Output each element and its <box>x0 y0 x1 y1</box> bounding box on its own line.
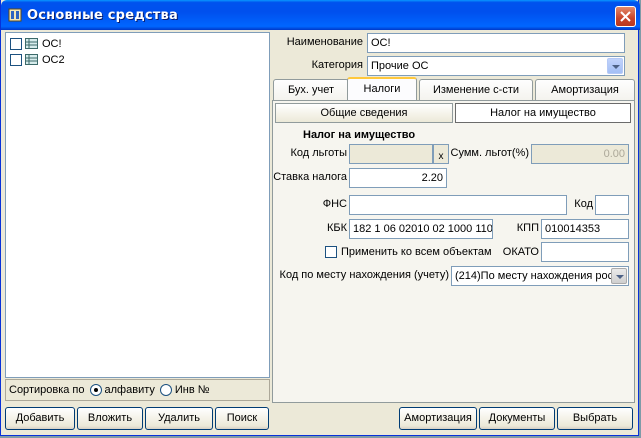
name-input[interactable]: ОС! <box>367 33 625 53</box>
benefit-sum-label: Сумм. льгот(%) <box>450 147 530 159</box>
location-code-value: (214)По месту нахождения рос <box>455 270 614 282</box>
category-value: Прочие ОС <box>371 60 429 72</box>
benefit-lookup-button[interactable]: x <box>433 144 449 164</box>
details-pane: Наименование ОС! Категория Прочие ОС Бух… <box>271 31 637 403</box>
tax-rate-input[interactable]: 2.20 <box>349 168 447 188</box>
tab-cost-change[interactable]: Изменение с-сти <box>419 79 533 100</box>
close-icon <box>620 11 631 22</box>
name-label: Наименование <box>286 36 363 48</box>
tree-item-checkbox[interactable] <box>10 37 22 50</box>
benefit-code-input[interactable] <box>349 144 433 164</box>
subtab-general[interactable]: Общие сведения <box>275 103 453 123</box>
tree-item-checkbox[interactable] <box>10 53 22 66</box>
sort-inv-label: Инв № <box>174 384 210 396</box>
tab-taxes[interactable]: Налоги <box>347 77 417 100</box>
folder-grid-icon <box>25 54 38 65</box>
apply-all-checkbox[interactable] <box>325 246 337 258</box>
window-title: Основные средства <box>27 8 178 23</box>
add-button[interactable]: Добавить <box>5 407 75 430</box>
sort-options: Сортировка по алфавиту Инв № <box>5 379 270 401</box>
fns-input[interactable] <box>349 195 567 215</box>
kbk-input[interactable]: 182 1 06 02010 02 1000 110 <box>349 219 493 239</box>
okato-label: ОКАТО <box>502 246 539 258</box>
category-select[interactable]: Прочие ОС <box>367 56 625 76</box>
assets-tree[interactable]: ОС! ОС2 <box>5 32 270 378</box>
tab-depreciation[interactable]: Амортизация <box>535 79 635 100</box>
insert-button[interactable]: Вложить <box>77 407 143 430</box>
kbk-label: КБК <box>326 222 347 234</box>
main-window: Основные средства ОС! ОС2 Сортировка по … <box>0 0 640 436</box>
location-code-select[interactable]: (214)По месту нахождения рос <box>451 266 629 286</box>
title-bar[interactable]: Основные средства <box>1 0 640 30</box>
choose-button[interactable]: Выбрать <box>557 407 633 430</box>
kpp-input[interactable]: 010014353 <box>541 219 629 239</box>
folder-grid-icon <box>25 38 38 49</box>
delete-button[interactable]: Удалить <box>145 407 213 430</box>
sort-label: Сортировка по <box>9 384 85 396</box>
subtab-property-tax[interactable]: Налог на имущество <box>455 103 631 123</box>
chevron-down-icon[interactable] <box>611 268 627 284</box>
depreciation-button[interactable]: Амортизация <box>399 407 477 430</box>
tree-item[interactable]: ОС2 <box>10 52 65 67</box>
tab-accounting[interactable]: Бух. учет <box>273 79 349 100</box>
close-button[interactable] <box>615 6 636 27</box>
tree-item-label: ОС! <box>42 37 62 50</box>
tax-rate-label: Ставка налога <box>273 171 347 183</box>
fns-code-input[interactable] <box>595 195 629 215</box>
apply-all-label: Применить ко всем объектам <box>341 246 492 258</box>
app-book-icon <box>8 8 22 22</box>
search-button[interactable]: Поиск <box>215 407 269 430</box>
location-code-label: Код по месту нахождения (учету) <box>279 269 449 281</box>
documents-button[interactable]: Документы <box>479 407 555 430</box>
kpp-label: КПП <box>516 222 539 234</box>
taxes-tab-panel: Общие сведения Налог на имущество Налог … <box>272 100 635 403</box>
benefit-sum-input[interactable]: 0.00 <box>531 144 629 164</box>
chevron-down-icon[interactable] <box>607 58 623 74</box>
benefit-code-label: Код льготы <box>290 147 348 159</box>
fns-code-label: Код <box>574 198 593 210</box>
tree-item-label: ОС2 <box>42 53 65 66</box>
sort-alpha-label: алфавиту <box>104 384 155 396</box>
sort-alpha-radio[interactable] <box>89 384 102 396</box>
sort-inv-radio[interactable] <box>159 384 172 396</box>
section-title: Налог на имущество <box>303 129 416 141</box>
category-label: Категория <box>311 59 363 71</box>
tree-item[interactable]: ОС! <box>10 36 62 51</box>
fns-label: ФНС <box>322 198 347 210</box>
okato-input[interactable] <box>541 242 629 262</box>
